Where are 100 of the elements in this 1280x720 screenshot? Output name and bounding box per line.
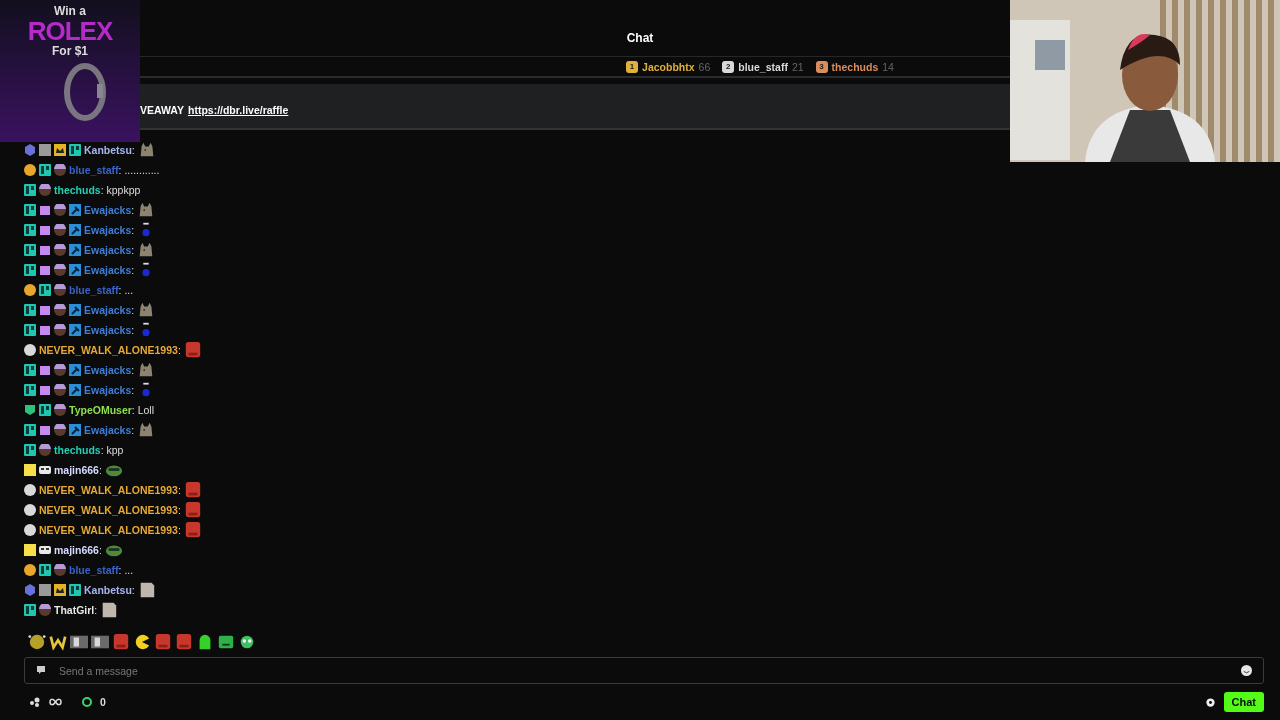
w-emote-icon [49,633,67,651]
badge-icon [24,444,36,456]
raffle-link[interactable]: https://dbr.live/raffle [187,104,289,116]
wrench-icon [69,244,81,256]
chat-send-button[interactable]: Chat [1223,692,1264,712]
badge-icon [24,604,36,616]
badge-icon [24,324,36,336]
username[interactable]: NEVER_WALK_ALONE1993 [39,524,178,536]
gift-icon [39,384,51,396]
badge-icon [24,264,36,276]
badge-icon [39,284,51,296]
message-text: : ... [118,564,134,576]
username[interactable]: majin666 [54,544,99,556]
users-icon[interactable] [30,697,41,707]
paper-emote-icon [100,601,119,619]
message-text: : Loll [131,404,154,416]
leaderboard-score: 14 [882,60,894,73]
message-text: : [131,244,135,256]
message-text: : [131,364,135,376]
gift-icon [39,324,51,336]
coin-icon [24,284,36,296]
username[interactable]: majin666 [54,464,99,476]
username[interactable]: Kanbetsu [84,584,132,596]
username[interactable]: blue_staff [69,284,119,296]
leaderboard-name: thechuds [831,60,879,73]
badge-icon [69,144,81,156]
avatar-icon [54,264,66,276]
face-emote-icon [112,633,130,651]
avatar-icon [54,204,66,216]
gift-icon [39,204,51,216]
ball-emote-icon [28,633,46,651]
glasses-icon [39,544,51,556]
hexagon-badge-icon [24,144,36,156]
square-badge-icon [39,584,51,596]
leaderboard-name: Jacobbhtx [642,60,695,73]
badge-icon [24,384,36,396]
badge-icon [24,224,36,236]
username[interactable]: NEVER_WALK_ALONE1993 [39,504,178,516]
message-text: : kpp [100,444,124,456]
crown-icon [54,584,66,596]
wrench-icon [69,384,81,396]
settings-icon[interactable] [1204,696,1216,708]
rank-medal: 1 [626,60,639,73]
username[interactable]: NEVER_WALK_ALONE1993 [39,484,178,496]
message-text: : [131,264,135,276]
face-emote-icon [183,521,202,539]
chat-bubble-icon [36,665,46,675]
face-emote-icon [183,341,202,359]
ad-text: For $1 [51,44,89,58]
username[interactable]: thechuds [54,184,101,196]
leaderboard-name: blue_staff [738,60,788,73]
wrench-icon [69,324,81,336]
message-text: : [131,144,135,156]
smiley-icon[interactable] [1241,665,1252,676]
wrench-icon [69,424,81,436]
badge-icon [69,584,81,596]
face-emote-icon [175,633,193,651]
wrench-icon [69,204,81,216]
message-text: : [177,484,181,496]
leaderboard-score: 21 [791,60,804,73]
avatar-icon [39,604,51,616]
message-text: : [131,424,135,436]
badge-icon [24,244,36,256]
username[interactable]: thechuds [54,444,101,456]
username[interactable]: NEVER_WALK_ALONE1993 [39,344,178,356]
username[interactable]: Kanbetsu [84,144,132,156]
message-text: : [177,344,181,356]
avatar-icon [39,184,51,196]
glasses-icon [39,464,51,476]
rank-badge-icon [24,484,36,496]
message-text: : ... [118,284,134,296]
angry-emote-icon [217,633,235,651]
message-text: : [94,604,98,616]
wrench-icon [69,304,81,316]
square-badge-icon [24,464,36,476]
badge-icon [39,564,51,576]
badge-icon [24,364,36,376]
avatar-icon [54,364,66,376]
ad-headline: ROLEX [26,16,114,46]
hexagon-badge-icon [24,584,36,596]
avatar-icon [54,424,66,436]
badge-icon [24,204,36,216]
username[interactable]: blue_staff [69,564,119,576]
badge-icon [39,164,51,176]
username[interactable]: blue_staff [69,164,119,176]
message-text: : [177,524,181,536]
message-text: : [98,464,102,476]
avatar-icon [54,304,66,316]
gift-icon [39,364,51,376]
infinity-icon [49,698,62,706]
avatar-icon [54,324,66,336]
message-text: : kppkpp [100,184,141,196]
face-emote-icon [183,501,202,519]
square-badge-icon [24,544,36,556]
username[interactable]: TypeOMuser [69,404,132,416]
message-input[interactable]: Send a message [24,657,1264,684]
badge-icon [24,304,36,316]
wrench-icon [69,224,81,236]
wrench-icon [69,364,81,376]
avatar-icon [54,224,66,236]
